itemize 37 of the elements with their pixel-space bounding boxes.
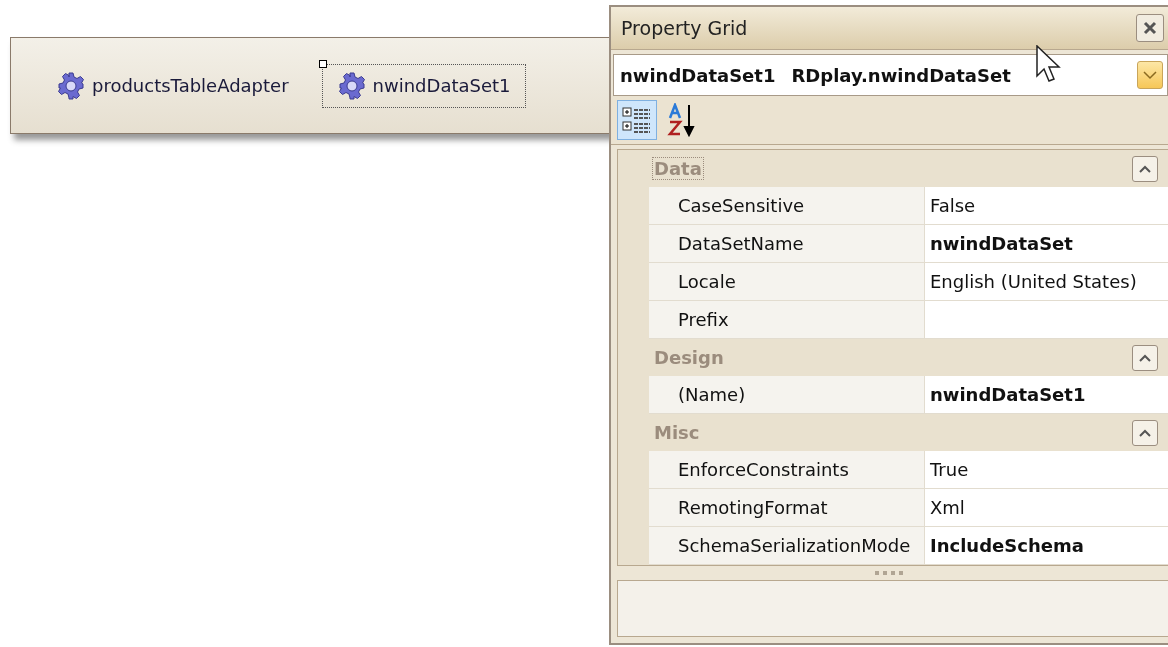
property-name[interactable]: SchemaSerializationMode: [649, 527, 925, 564]
close-button[interactable]: [1136, 14, 1164, 42]
property-value[interactable]: nwindDataSet: [925, 225, 1168, 262]
splitter-grip-icon[interactable]: [874, 570, 905, 576]
property-name[interactable]: EnforceConstraints: [649, 451, 925, 488]
categorized-list-icon: [621, 104, 653, 136]
property-name[interactable]: DataSetName: [649, 225, 925, 262]
property-name[interactable]: Locale: [649, 263, 925, 300]
mouse-pointer-icon: [1036, 45, 1062, 83]
property-name[interactable]: CaseSensitive: [649, 187, 925, 224]
collapse-button[interactable]: [1132, 155, 1158, 182]
chevron-up-icon: [1139, 428, 1151, 437]
property-value[interactable]: nwindDataSet1: [925, 376, 1168, 413]
component-item[interactable]: nwindDataSet1: [321, 63, 526, 108]
object-name: nwindDataSet1: [620, 64, 776, 86]
object-selector[interactable]: nwindDataSet1 RDplay.nwindDataSet: [613, 54, 1168, 96]
selection-handle[interactable]: [318, 59, 327, 68]
collapse-button[interactable]: [1132, 344, 1158, 371]
categorized-view-button[interactable]: [617, 100, 657, 140]
chevron-up-icon: [1139, 164, 1151, 173]
collapse-button[interactable]: [1132, 419, 1158, 446]
gear-icon: [336, 70, 367, 101]
component-item[interactable]: productsTableAdapter: [41, 63, 304, 108]
chevron-up-icon: [1139, 353, 1151, 362]
property-value[interactable]: True: [925, 451, 1168, 488]
property-value[interactable]: IncludeSchema: [925, 527, 1168, 564]
property-name[interactable]: Prefix: [649, 301, 925, 338]
panel-title: Property Grid: [621, 17, 748, 39]
close-icon: [1143, 21, 1157, 35]
object-type: RDplay.nwindDataSet: [791, 64, 1011, 86]
property-value[interactable]: False: [925, 187, 1168, 224]
property-value[interactable]: English (United States): [925, 263, 1168, 300]
property-value[interactable]: Xml: [925, 489, 1168, 526]
property-name[interactable]: (Name): [649, 376, 925, 413]
property-name[interactable]: RemotingFormat: [649, 489, 925, 526]
chevron-down-icon: [1143, 70, 1157, 80]
gear-icon: [56, 70, 86, 101]
